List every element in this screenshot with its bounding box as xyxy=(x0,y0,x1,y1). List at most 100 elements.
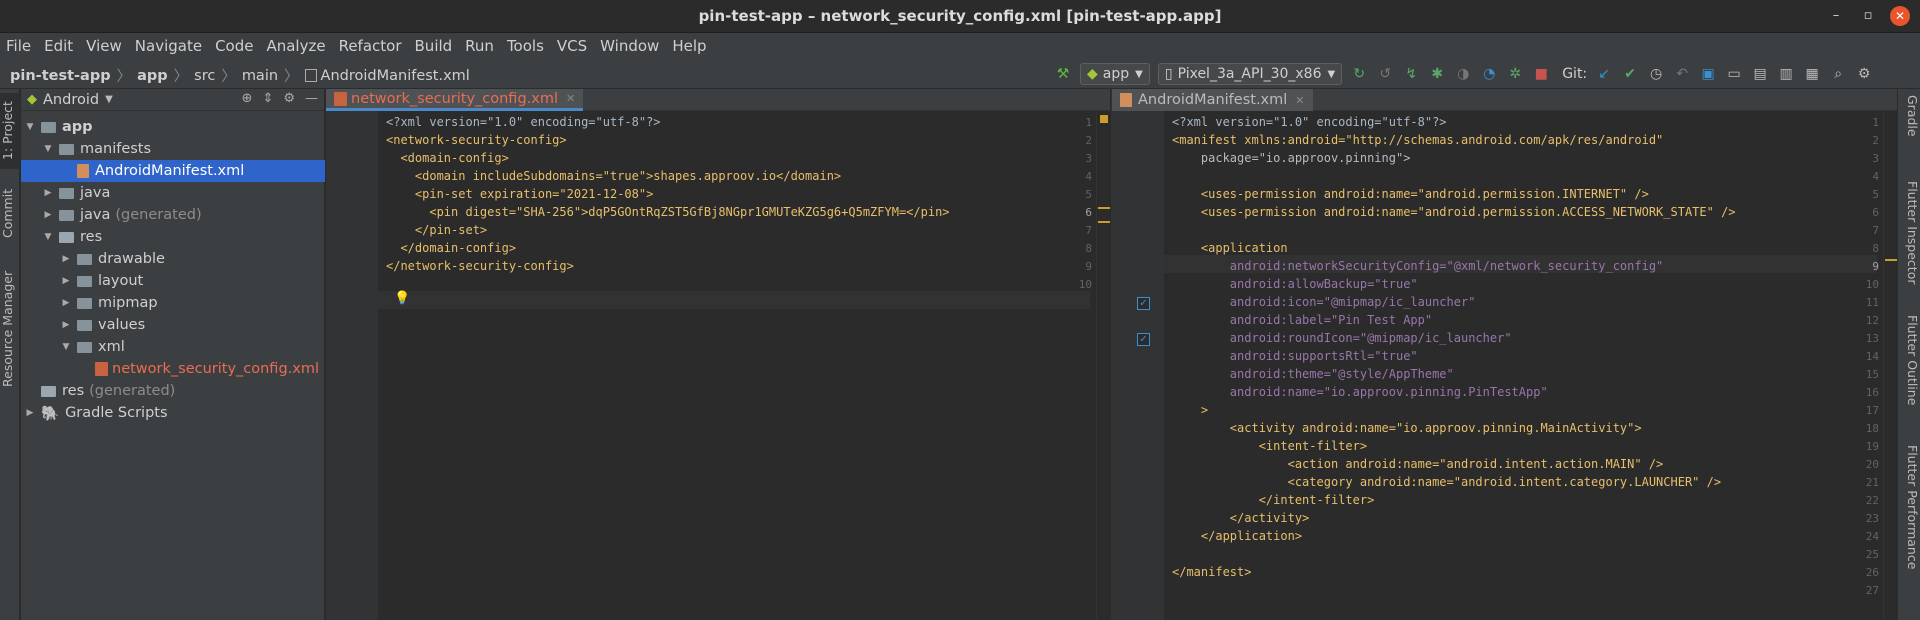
expand-icon[interactable]: ▼ xyxy=(59,342,73,352)
tree-item-app[interactable]: ▼ app xyxy=(21,116,325,138)
warning-mark[interactable] xyxy=(1098,221,1110,223)
lightbulb-icon[interactable]: 💡 xyxy=(394,291,410,306)
tree-item-layout[interactable]: ▶ layout xyxy=(21,270,325,292)
error-stripe[interactable] xyxy=(1883,111,1897,620)
collapse-all-icon[interactable]: ⇕ xyxy=(262,91,273,106)
project-view-select[interactable]: Android xyxy=(43,92,99,108)
debug-icon[interactable]: ✱ xyxy=(1428,65,1446,83)
close-icon[interactable]: ✕ xyxy=(1295,94,1304,107)
menu-vcs[interactable]: VCS xyxy=(557,37,587,55)
git-update-icon[interactable]: ↙ xyxy=(1595,65,1613,83)
warning-mark[interactable] xyxy=(1098,207,1110,209)
locate-icon[interactable]: ⊕ xyxy=(242,91,253,106)
tree-item-values[interactable]: ▶ values xyxy=(21,314,325,336)
tree-item-network-security-config[interactable]: network_security_config.xml xyxy=(21,358,325,380)
menu-edit[interactable]: Edit xyxy=(44,37,73,55)
checkbox-icon[interactable]: ✓ xyxy=(1137,297,1150,310)
hammer-icon[interactable]: ⚒ xyxy=(1054,65,1072,83)
tree-item-xml[interactable]: ▼ xml xyxy=(21,336,325,358)
close-icon[interactable]: ✕ xyxy=(1890,6,1910,26)
tab-android-manifest[interactable]: AndroidManifest.xml ✕ xyxy=(1112,89,1313,111)
tab-gradle[interactable]: Gradle xyxy=(1900,95,1920,155)
breadcrumb-file[interactable]: AndroidManifest.xml xyxy=(321,68,470,84)
chevron-down-icon[interactable]: ▼ xyxy=(105,94,113,105)
breadcrumb-src[interactable]: src xyxy=(194,68,215,84)
hide-icon[interactable]: — xyxy=(305,91,318,106)
tree-item-res-generated[interactable]: res (generated) xyxy=(21,380,325,402)
tree-item-java-generated[interactable]: ▶ java (generated) xyxy=(21,204,325,226)
error-stripe[interactable] xyxy=(1096,111,1110,620)
menu-analyze[interactable]: Analyze xyxy=(266,37,325,55)
collapse-icon[interactable]: ▶ xyxy=(59,298,73,308)
collapse-icon[interactable]: ▶ xyxy=(59,254,73,264)
tree-item-manifests[interactable]: ▼ manifests xyxy=(21,138,325,160)
folder-icon xyxy=(77,275,92,287)
breadcrumb-main[interactable]: main xyxy=(242,68,278,84)
rerun-icon[interactable]: ↻ xyxy=(1350,65,1368,83)
collapse-icon[interactable]: ▶ xyxy=(41,188,55,198)
coverage-icon[interactable]: ◑ xyxy=(1454,65,1472,83)
attach-debugger-icon[interactable]: ✲ xyxy=(1506,65,1524,83)
tab-network-security-config[interactable]: network_security_config.xml ✕ xyxy=(326,89,584,111)
line-number: 17 xyxy=(1865,404,1879,417)
maximize-icon[interactable]: ▫ xyxy=(1858,6,1878,26)
stop-icon[interactable]: ■ xyxy=(1532,65,1550,83)
expand-icon[interactable]: ▼ xyxy=(41,144,55,154)
tree-item-android-manifest[interactable]: AndroidManifest.xml xyxy=(21,160,325,182)
git-commit-icon[interactable]: ✔ xyxy=(1621,65,1639,83)
menu-window[interactable]: Window xyxy=(600,37,659,55)
search-icon[interactable]: ⌕ xyxy=(1829,65,1847,83)
tab-flutter-inspector[interactable]: Flutter Inspector xyxy=(1900,181,1920,293)
warning-mark[interactable] xyxy=(1885,259,1897,261)
device-select[interactable]: ▯ Pixel_3a_API_30_x86 ▼ xyxy=(1157,63,1343,85)
checkbox-icon[interactable]: ✓ xyxy=(1137,333,1150,346)
settings-icon[interactable]: ⚙ xyxy=(1855,65,1873,83)
layout-inspector-icon[interactable]: ▭ xyxy=(1725,65,1743,83)
menu-help[interactable]: Help xyxy=(672,37,706,55)
menu-refactor[interactable]: Refactor xyxy=(339,37,402,55)
breadcrumb-app[interactable]: app xyxy=(137,68,168,84)
menu-file[interactable]: File xyxy=(6,37,31,55)
apply-changes-icon[interactable]: ↺ xyxy=(1376,65,1394,83)
gear-icon[interactable]: ⚙ xyxy=(283,91,295,106)
expand-icon[interactable]: ▼ xyxy=(23,122,37,132)
menu-view[interactable]: View xyxy=(86,37,122,55)
collapse-icon[interactable]: ▶ xyxy=(41,210,55,220)
profile-icon[interactable]: ◔ xyxy=(1480,65,1498,83)
collapse-icon[interactable]: ▶ xyxy=(59,320,73,330)
minimize-icon[interactable]: – xyxy=(1826,6,1846,26)
device-file-explorer-icon[interactable]: ▥ xyxy=(1777,65,1795,83)
history-icon[interactable]: ◷ xyxy=(1647,65,1665,83)
tab-flutter-performance[interactable]: Flutter Performance xyxy=(1900,445,1920,575)
tree-item-gradle-scripts[interactable]: ▶ 🐘 Gradle Scripts xyxy=(21,402,325,424)
sdk-manager-icon[interactable]: ▦ xyxy=(1803,65,1821,83)
editor-android-manifest[interactable]: AndroidManifest.xml ✕ ✓ ✓ 1 2 3 4 5 6 7 … xyxy=(1111,89,1897,620)
collapse-icon[interactable]: ▶ xyxy=(59,276,73,286)
menu-navigate[interactable]: Navigate xyxy=(135,37,202,55)
run-config-select[interactable]: ◆ app ▼ xyxy=(1080,63,1150,85)
tab-flutter-outline[interactable]: Flutter Outline xyxy=(1900,315,1920,415)
tab-resource-manager[interactable]: Resource Manager xyxy=(0,269,20,389)
project-structure-icon[interactable]: ▣ xyxy=(1699,65,1717,83)
tree-item-mipmap[interactable]: ▶ mipmap xyxy=(21,292,325,314)
menu-code[interactable]: Code xyxy=(215,37,253,55)
warning-marker-icon[interactable] xyxy=(1100,115,1108,123)
tree-item-drawable[interactable]: ▶ drawable xyxy=(21,248,325,270)
tab-project[interactable]: 1: Project xyxy=(0,93,20,169)
menu-run[interactable]: Run xyxy=(465,37,494,55)
rollback-icon[interactable]: ↶ xyxy=(1673,65,1691,83)
chevron-right-icon: 〉 xyxy=(173,69,189,85)
tab-commit[interactable]: Commit xyxy=(0,185,20,241)
apply-code-changes-icon[interactable]: ↯ xyxy=(1402,65,1420,83)
chevron-right-icon: 〉 xyxy=(221,69,236,85)
menu-tools[interactable]: Tools xyxy=(507,37,544,55)
menu-build[interactable]: Build xyxy=(415,37,453,55)
collapse-icon[interactable]: ▶ xyxy=(23,408,37,418)
expand-icon[interactable]: ▼ xyxy=(41,232,55,242)
tree-item-res[interactable]: ▼ res xyxy=(21,226,325,248)
close-icon[interactable]: ✕ xyxy=(566,92,575,105)
avd-manager-icon[interactable]: ▤ xyxy=(1751,65,1769,83)
breadcrumb-project[interactable]: pin-test-app xyxy=(10,68,111,84)
editor-network-security-config[interactable]: network_security_config.xml ✕ 💡 1 2 3 4 … xyxy=(326,89,1110,620)
tree-item-java[interactable]: ▶ java xyxy=(21,182,325,204)
